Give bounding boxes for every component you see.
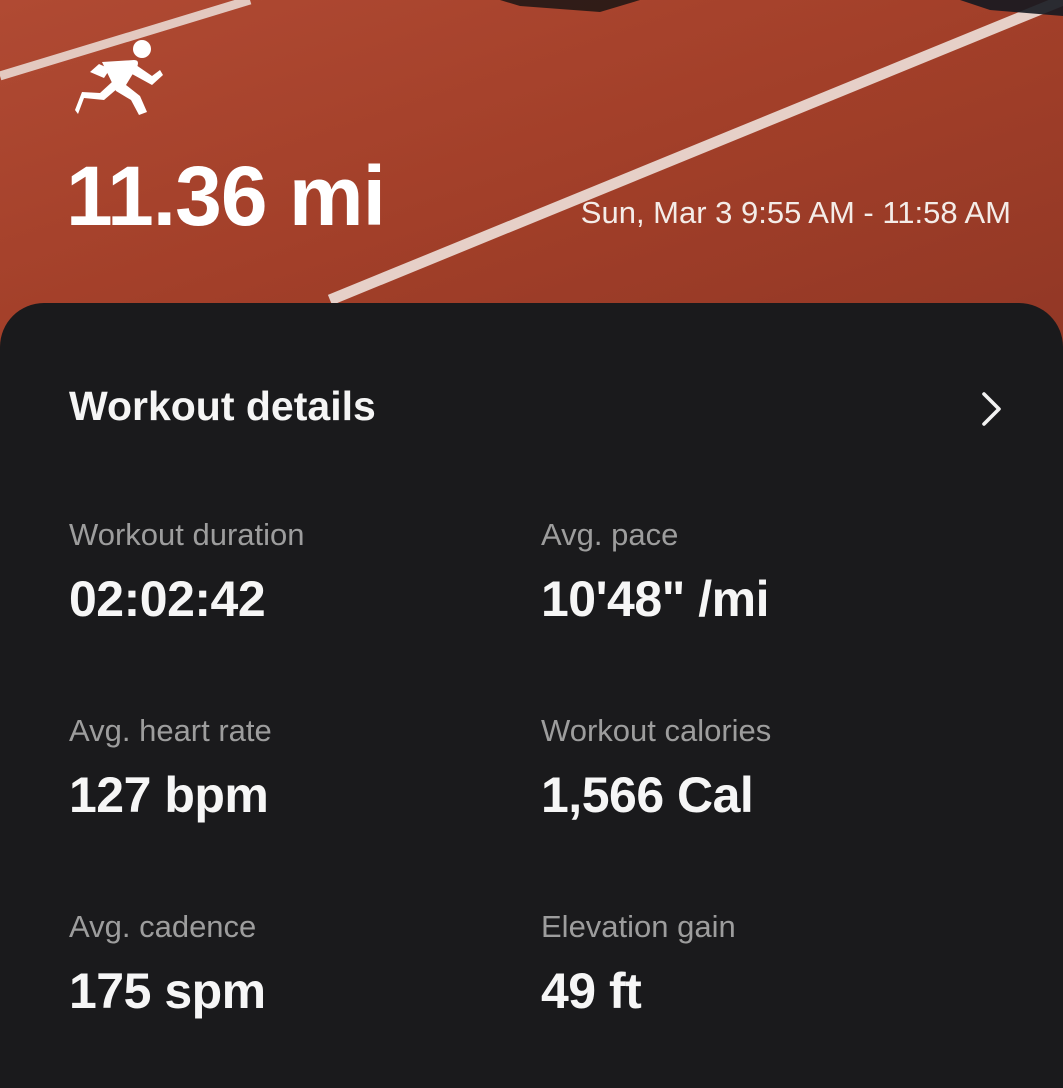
stat-label: Elevation gain	[541, 909, 736, 944]
workout-distance: 11.36 mi	[66, 149, 386, 243]
stat-label: Workout calories	[541, 713, 772, 748]
stat-avg-cadence: Avg. cadence 175 spm	[69, 911, 509, 1016]
stat-workout-calories: Workout calories 1,566 Cal	[541, 715, 981, 820]
stat-value: 02:02:42	[69, 571, 266, 627]
stat-avg-pace: Avg. pace 10'48" /mi	[541, 519, 981, 624]
stat-value: 1,566 Cal	[541, 767, 754, 823]
chevron-right-icon[interactable]	[976, 389, 1006, 429]
stat-value: 49 ft	[541, 963, 642, 1019]
stat-workout-duration: Workout duration 02:02:42	[69, 519, 509, 624]
workout-summary-screen: 11.36 mi Sun, Mar 3 9:55 AM - 11:58 AM W…	[0, 0, 1063, 1088]
workout-details-title: Workout details	[69, 383, 376, 429]
stat-label: Avg. heart rate	[69, 713, 272, 748]
stat-label: Avg. pace	[541, 517, 679, 552]
workout-time-range: Sun, Mar 3 9:55 AM - 11:58 AM	[580, 195, 1011, 230]
workout-details-card: Workout details Workout duration 02:02:4…	[0, 303, 1063, 1088]
stat-avg-heart-rate: Avg. heart rate 127 bpm	[69, 715, 509, 820]
stat-value: 127 bpm	[69, 767, 269, 823]
running-person-icon	[75, 40, 163, 115]
stat-elevation-gain: Elevation gain 49 ft	[541, 911, 981, 1016]
workout-details-header[interactable]: Workout details	[0, 303, 1063, 513]
stat-label: Workout duration	[69, 517, 305, 552]
stat-label: Avg. cadence	[69, 909, 257, 944]
stat-value: 175 spm	[69, 963, 266, 1019]
stat-value: 10'48" /mi	[541, 571, 769, 627]
